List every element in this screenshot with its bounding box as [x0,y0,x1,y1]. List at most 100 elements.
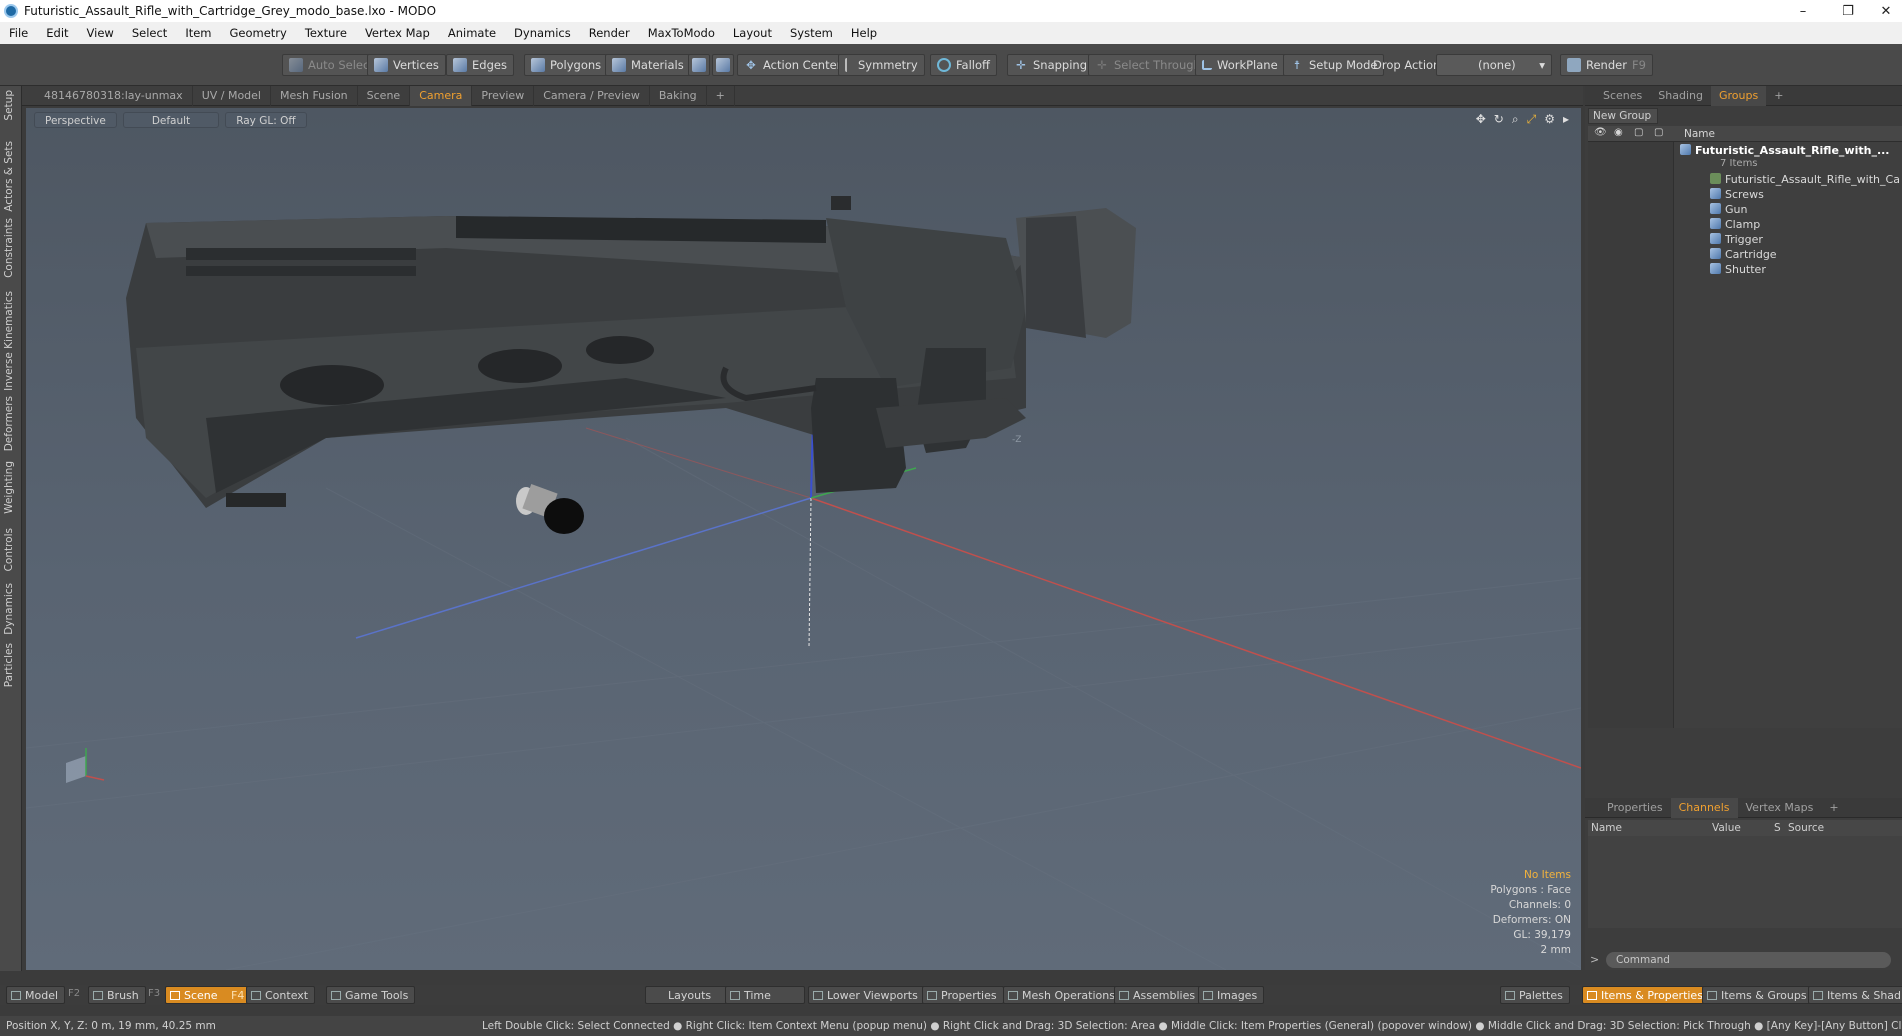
command-input[interactable]: Command [1606,952,1891,968]
action-center-button[interactable]: ✥ Action Center [737,54,849,76]
tab-scenes[interactable]: Scenes [1595,86,1650,106]
restore-icon[interactable]: ❐ [1828,0,1868,22]
left-tab-particles[interactable]: Particles [3,643,15,687]
setup-mode-button[interactable]: ☨ Setup Mode [1283,54,1385,76]
tree-root-group[interactable]: Futuristic_Assault_Rifle_with_... [1680,144,1900,159]
items-shading-tab[interactable]: Items & Shadin [1808,986,1902,1004]
items-properties-tab[interactable]: Items & Properties [1582,986,1710,1004]
left-tab-actors-sets[interactable]: Actors & Sets [3,141,15,212]
shading-dropdown[interactable]: Default [122,112,220,128]
add-panel-tab-button[interactable]: + [1766,86,1791,106]
left-tab-deformers[interactable]: Deformers [3,396,15,451]
symmetry-button[interactable]: Symmetry [838,54,925,76]
left-tab-weighting[interactable]: Weighting [3,461,15,514]
close-icon[interactable]: ✕ [1866,0,1902,22]
layout-model-tab[interactable]: Model [6,986,66,1004]
fit-icon[interactable]: ⤢ [1527,112,1537,127]
menu-arrow-icon[interactable]: ▸ [1563,112,1569,127]
drop-action-select[interactable]: (none) ▾ [1436,54,1552,76]
assemblies-button[interactable]: Assemblies [1114,986,1203,1004]
polygons-button[interactable]: Polygons [524,54,609,76]
menu-render[interactable]: Render [580,26,639,40]
rotate-icon[interactable]: ↻ [1494,112,1504,127]
menu-help[interactable]: Help [842,26,886,40]
menu-texture[interactable]: Texture [296,26,356,40]
tab-mesh-fusion[interactable]: Mesh Fusion [271,85,358,106]
tree-item-trigger[interactable]: Trigger [1710,233,1902,248]
layout-scene-tab[interactable]: Scene F4 [165,986,252,1004]
layout-brush-tab[interactable]: Brush [88,986,146,1004]
tab-camera[interactable]: Camera [410,85,473,106]
menu-animate[interactable]: Animate [439,26,505,40]
left-tab-inverse-kinematics[interactable]: Inverse Kinematics [3,291,15,391]
view-mode-dropdown[interactable]: Perspective [34,112,117,128]
items-groups-tab[interactable]: Items & Groups [1702,986,1814,1004]
layouts-button[interactable]: Layouts [645,986,735,1004]
tab-vertex-maps[interactable]: Vertex Maps [1738,798,1822,818]
tree-item-cartridge[interactable]: Cartridge [1710,248,1902,263]
images-button[interactable]: Images [1198,986,1265,1004]
properties-button[interactable]: Properties [922,986,1004,1004]
tree-item-screws[interactable]: Screws [1710,188,1902,203]
raygl-toggle[interactable]: Ray GL: Off [225,112,307,128]
tab-scene[interactable]: Scene [358,85,411,106]
tab-preview[interactable]: Preview [472,85,535,106]
menu-layout[interactable]: Layout [724,26,781,40]
materials-button[interactable]: Materials [605,54,691,76]
menu-item[interactable]: Item [176,26,220,40]
left-tab-setup[interactable]: Setup [3,90,15,121]
menu-system[interactable]: System [781,26,842,40]
visibility-eye-icon[interactable]: 👁 [1594,127,1607,138]
add-properties-tab-button[interactable]: + [1821,798,1846,818]
tree-item-clamp[interactable]: Clamp [1710,218,1902,233]
tree-item-mesh[interactable]: Futuristic_Assault_Rifle_with_Car... [1710,173,1900,188]
select-icon[interactable]: ▢ [1654,127,1663,138]
tab-uv-model[interactable]: UV / Model [193,85,271,106]
tab-lay-unmax[interactable]: 48146780318:lay-unmax [22,85,193,106]
lock-icon[interactable]: ▢ [1634,127,1643,138]
gear-icon[interactable]: ⚙ [1544,112,1555,127]
item-mode-button[interactable] [688,54,710,76]
menu-dynamics[interactable]: Dynamics [505,26,580,40]
left-tab-dynamics[interactable]: Dynamics [3,583,15,635]
menu-vertex-map[interactable]: Vertex Map [356,26,439,40]
render-eye-icon[interactable]: ◉ [1614,127,1623,138]
zoom-icon[interactable]: ⌕ [1512,112,1519,127]
menu-geometry[interactable]: Geometry [221,26,296,40]
tree-item-shutter[interactable]: Shutter [1710,263,1902,278]
menu-select[interactable]: Select [123,26,176,40]
render-icon [1567,58,1581,72]
layout-game-tools-tab[interactable]: Game Tools [326,986,416,1004]
edges-button[interactable]: Edges [446,54,514,76]
vertices-button[interactable]: Vertices [367,54,446,76]
workplane-button[interactable]: WorkPlane [1195,54,1285,76]
tab-properties[interactable]: Properties [1599,798,1671,818]
tab-shading[interactable]: Shading [1650,86,1711,106]
lower-viewports-button[interactable]: Lower Viewports [808,986,925,1004]
tab-groups[interactable]: Groups [1710,85,1767,106]
3d-viewport[interactable]: -Z Perspective Default Ray GL: Off ✥ ↻ ⌕… [26,108,1581,970]
falloff-button[interactable]: Falloff [930,54,997,76]
menu-file[interactable]: File [0,26,37,40]
left-tab-controls[interactable]: Controls [3,528,15,571]
menu-view[interactable]: View [78,26,123,40]
pivot-mode-button[interactable] [712,54,734,76]
new-group-button[interactable]: New Group [1588,108,1658,124]
select-through-button[interactable]: ✛ Select Through [1088,54,1208,76]
tree-item-gun[interactable]: Gun [1710,203,1902,218]
minimize-icon[interactable]: – [1783,0,1823,22]
palettes-button[interactable]: Palettes [1500,986,1570,1004]
tab-channels[interactable]: Channels [1670,797,1738,818]
pan-icon[interactable]: ✥ [1476,112,1486,127]
render-button[interactable]: Render F9 [1560,54,1653,76]
add-tab-button[interactable]: + [707,85,735,106]
snapping-button[interactable]: ✛ Snapping [1007,54,1095,76]
left-tab-constraints[interactable]: Constraints [3,218,15,278]
menu-edit[interactable]: Edit [37,26,77,40]
layout-context-tab[interactable]: Context [246,986,316,1004]
tab-camera-preview[interactable]: Camera / Preview [534,85,650,106]
time-button[interactable]: Time [725,986,805,1004]
tab-baking[interactable]: Baking [650,85,707,106]
mesh-operations-button[interactable]: Mesh Operations [1003,986,1122,1004]
menu-maxtomodo[interactable]: MaxToModo [639,26,724,40]
